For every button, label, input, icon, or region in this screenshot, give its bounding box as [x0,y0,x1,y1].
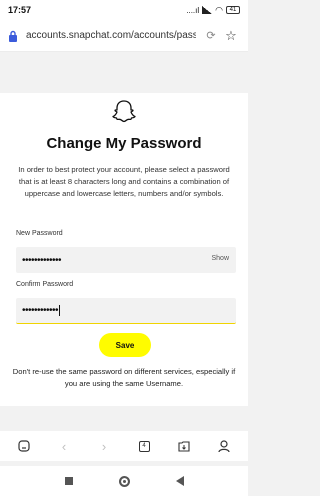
system-navigation-bar [0,466,248,496]
home-button-icon[interactable] [118,475,130,487]
back-icon[interactable] [175,476,184,486]
bookmark-star-icon[interactable]: ☆ [222,27,240,45]
url-text[interactable]: accounts.snapchat.com/accounts/passw [26,30,196,41]
signal-icon [202,6,213,14]
status-bar: 17:57 ....ıl ◠ 41 [0,0,248,20]
save-button[interactable]: Save [99,333,151,357]
profile-icon[interactable] [214,436,234,456]
reload-icon[interactable]: ⟳ [202,27,220,45]
recents-icon[interactable] [64,477,73,485]
home-icon[interactable] [14,436,34,456]
confirm-password-field[interactable]: •••••••••••• [16,298,236,324]
confirm-password-label: Confirm Password [16,281,74,288]
new-password-field[interactable]: ••••••••••••• Show [16,247,236,273]
reuse-warning-text: Don't re-use the same password on differ… [12,367,236,388]
status-icons: ....ıl ◠ 41 [186,5,240,16]
battery-icon: 41 [226,6,240,14]
page-title: Change My Password [46,135,202,152]
new-password-label: New Password [16,230,63,237]
status-time: 17:57 [8,5,32,15]
lock-icon[interactable] [6,29,20,43]
status-text: ....ıl [186,5,200,15]
back-arrow-icon[interactable]: ‹ [54,436,74,456]
snapchat-ghost-icon [112,99,136,125]
password-requirements-text: In order to best protect your account, p… [18,165,230,198]
show-password-button[interactable]: Show [211,255,229,262]
text-caret [59,305,61,316]
confirm-password-value[interactable]: •••••••••••• [22,305,59,316]
url-bar[interactable]: accounts.snapchat.com/accounts/passw ⟳ ☆ [0,20,248,52]
forward-arrow-icon[interactable]: › [94,436,114,456]
new-password-value[interactable]: ••••••••••••• [22,255,62,266]
change-password-card: Change My Password In order to best prot… [0,93,248,406]
tabs-icon[interactable]: 4 [134,436,154,456]
page-top-spacer [0,53,248,93]
wifi-icon: ◠ [215,4,223,15]
downloads-icon[interactable] [174,436,194,456]
browser-toolbar: ‹ › 4 [0,431,248,461]
